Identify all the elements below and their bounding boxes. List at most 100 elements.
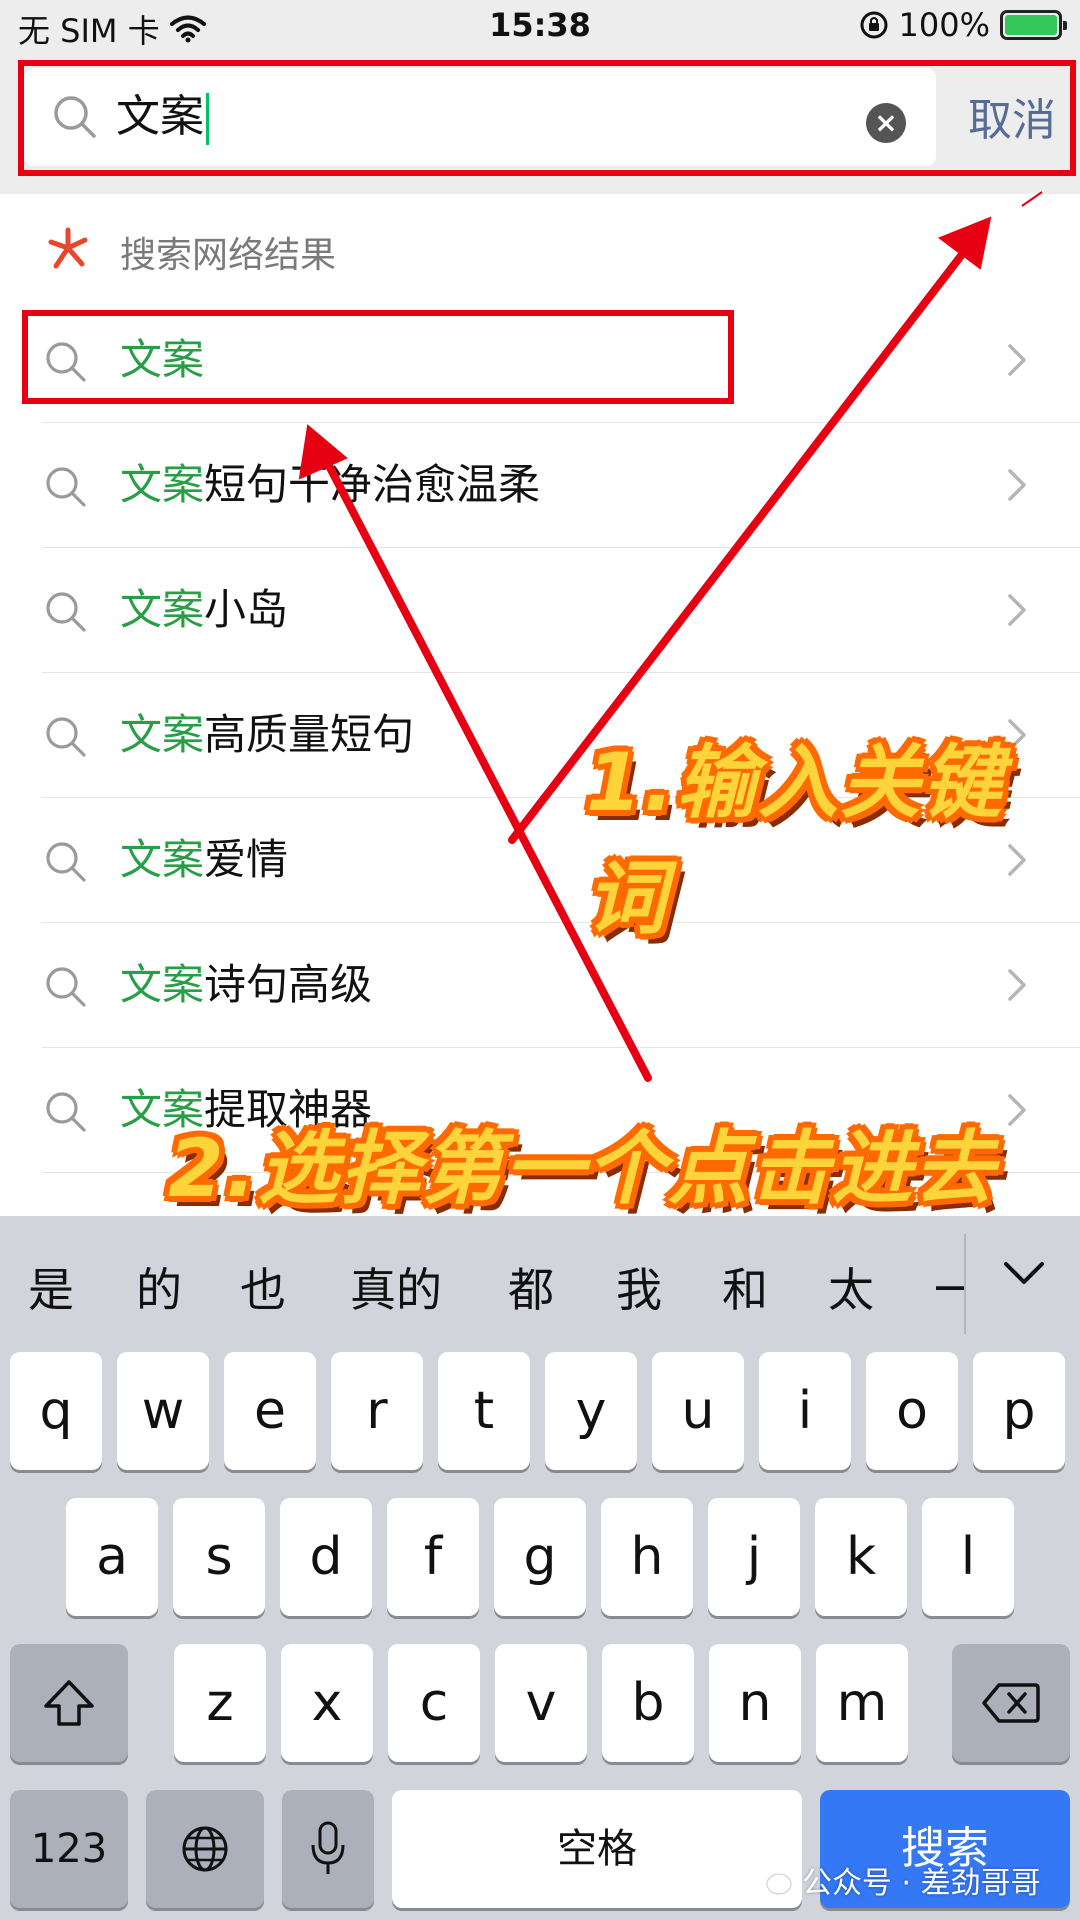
screen: 无 SIM 卡 15:38 100% 文案 × 取消 搜索网络结果 文案 文案短…	[0, 0, 1080, 1920]
result-suffix: 小岛	[204, 585, 289, 634]
result-row[interactable]: 文案短句干净治愈温柔	[0, 423, 1080, 548]
key-letter-label: c	[419, 1673, 449, 1733]
key-letter[interactable]: c	[388, 1644, 480, 1762]
candidate-word[interactable]: 都	[508, 1254, 554, 1320]
key-letter[interactable]: m	[816, 1644, 908, 1762]
globe-icon	[182, 1826, 228, 1872]
key-letter[interactable]: h	[601, 1498, 693, 1616]
search-engine-icon	[48, 227, 88, 269]
step-two-annotation: 2.选择第一个点击进去	[168, 1122, 997, 1215]
key-letter[interactable]: v	[495, 1644, 587, 1762]
search-icon	[46, 842, 86, 882]
key-letter-label: g	[523, 1527, 557, 1587]
key-letter[interactable]: i	[759, 1352, 851, 1470]
wechat-icon	[753, 1865, 792, 1895]
key-letter-label: f	[423, 1527, 443, 1587]
key-letter[interactable]: z	[174, 1644, 266, 1762]
candidate-word[interactable]: 和	[722, 1254, 768, 1320]
space-key-label: 空格	[557, 1826, 637, 1872]
result-suffix: 短句干净治愈温柔	[204, 460, 541, 509]
key-letter-label: p	[1002, 1381, 1036, 1441]
chevron-right-icon	[1008, 1094, 1026, 1126]
key-letter[interactable]: e	[224, 1352, 316, 1470]
shift-key[interactable]	[10, 1644, 128, 1762]
key-letter-label: e	[254, 1381, 286, 1441]
key-letter[interactable]: y	[545, 1352, 637, 1470]
result-keyword: 文案	[120, 585, 205, 634]
chevron-right-icon	[1008, 969, 1026, 1001]
candidate-word[interactable]: 也	[240, 1254, 286, 1320]
search-highlight-box	[18, 60, 1076, 176]
result-text: 文案爱情	[120, 834, 288, 886]
candidate-word[interactable]: 的	[136, 1254, 182, 1320]
candidate-word[interactable]: 真的	[350, 1254, 442, 1320]
key-letter[interactable]: b	[602, 1644, 694, 1762]
space-key[interactable]: 空格	[392, 1790, 802, 1908]
key-letter-label: d	[309, 1527, 343, 1587]
key-letter-label: k	[845, 1527, 877, 1587]
result-row[interactable]: 文案小岛	[0, 548, 1080, 673]
key-letter[interactable]: g	[494, 1498, 586, 1616]
result-keyword: 文案	[120, 460, 205, 509]
result-text: 文案高质量短句	[120, 709, 414, 761]
key-letter[interactable]: s	[173, 1498, 265, 1616]
delete-key[interactable]	[952, 1644, 1070, 1762]
key-letter[interactable]: x	[281, 1644, 373, 1762]
result-text: 文案小岛	[120, 584, 288, 636]
result-text: 文案短句干净治愈温柔	[120, 459, 540, 511]
key-letter[interactable]: j	[708, 1498, 800, 1616]
watermark: 公众号 · 差劲哥哥	[752, 1858, 1041, 1902]
microphone-key[interactable]	[282, 1790, 374, 1908]
key-letter[interactable]: o	[866, 1352, 958, 1470]
key-letter[interactable]: u	[652, 1352, 744, 1470]
key-letter[interactable]: t	[438, 1352, 530, 1470]
status-right: 100%	[859, 6, 1067, 44]
key-letter[interactable]: f	[387, 1498, 479, 1616]
chevron-right-icon	[1008, 469, 1026, 501]
result-keyword: 文案	[120, 710, 205, 759]
candidate-divider	[964, 1234, 966, 1334]
candidate-word[interactable]: 是	[28, 1254, 74, 1320]
globe-key[interactable]	[146, 1790, 264, 1908]
key-letter[interactable]: w	[117, 1352, 209, 1470]
key-letter[interactable]: l	[922, 1498, 1014, 1616]
key-letter[interactable]: n	[709, 1644, 801, 1762]
candidate-bar: 是的也真的都我和太一	[0, 1216, 1080, 1346]
web-results-header: 搜索网络结果	[0, 194, 1080, 298]
numbers-key[interactable]: 123	[10, 1790, 128, 1908]
battery-percent: 100%	[898, 6, 990, 44]
key-letter-label: h	[630, 1527, 664, 1587]
key-letter[interactable]: p	[973, 1352, 1065, 1470]
key-letter[interactable]: r	[331, 1352, 423, 1470]
backspace-icon	[982, 1683, 1040, 1723]
numbers-key-label: 123	[30, 1826, 108, 1872]
chevron-down-icon[interactable]	[1002, 1258, 1046, 1288]
candidate-word[interactable]: 我	[616, 1254, 662, 1320]
key-letter[interactable]: q	[10, 1352, 102, 1470]
key-letter-label: b	[631, 1673, 665, 1733]
key-letter-label: w	[141, 1381, 185, 1441]
candidate-word[interactable]: 一	[934, 1254, 964, 1320]
key-letter[interactable]: d	[280, 1498, 372, 1616]
chevron-right-icon	[1008, 344, 1026, 376]
chevron-right-icon	[1008, 594, 1026, 626]
battery-icon	[1000, 10, 1067, 40]
search-icon	[46, 1092, 86, 1132]
candidate-word[interactable]: 太	[828, 1254, 874, 1320]
key-letter-label: s	[205, 1527, 233, 1587]
result-text: 文案诗句高级	[120, 959, 372, 1011]
key-letter-label: i	[797, 1381, 813, 1441]
key-letter[interactable]: k	[815, 1498, 907, 1616]
result-keyword: 文案	[120, 960, 205, 1009]
search-icon	[46, 467, 86, 507]
search-icon	[46, 592, 86, 632]
key-letter-label: o	[896, 1381, 928, 1441]
key-letter-label: v	[525, 1673, 557, 1733]
key-letter[interactable]: a	[66, 1498, 158, 1616]
key-letter-label: r	[366, 1381, 388, 1441]
search-icon	[46, 717, 86, 757]
key-letter-label: j	[746, 1527, 762, 1587]
web-results-label: 搜索网络结果	[120, 235, 337, 276]
microphone-icon	[311, 1821, 345, 1874]
key-letter-label: t	[473, 1381, 495, 1441]
